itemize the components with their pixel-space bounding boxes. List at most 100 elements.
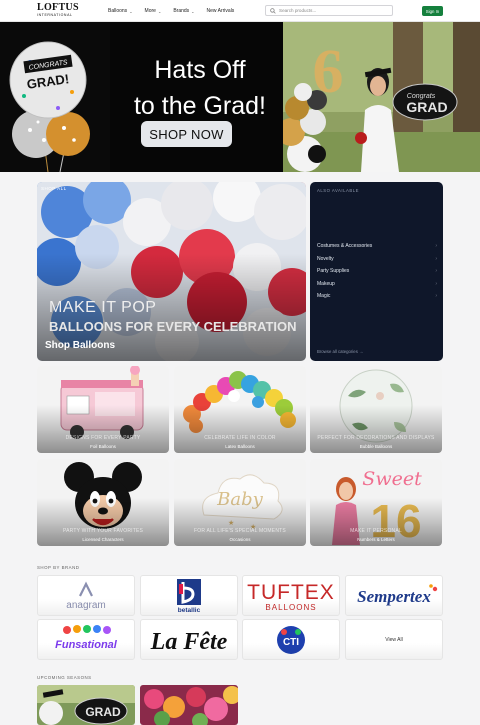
svg-text:anagram: anagram xyxy=(66,600,105,611)
list-item-label: Costumes & Accessories xyxy=(317,243,373,250)
hero-headline-line1: Hats Off xyxy=(154,56,246,84)
list-item-label: Magic xyxy=(317,293,331,300)
graduate-photo-image: 6 Congrats GRAD xyxy=(283,22,480,172)
list-item-label: Party Supplies xyxy=(317,268,350,275)
tuftex-logo: TUFTEX BALLOONS xyxy=(247,581,335,612)
category-bubble-balloons[interactable]: PERFECT FOR DECORATIONS AND DISPLAYS Bub… xyxy=(310,366,442,453)
also-item-novelty[interactable]: Novelty › xyxy=(317,253,443,266)
svg-text:Sempertex: Sempertex xyxy=(357,587,431,606)
shop-all-tag: SHOP ALL xyxy=(41,186,67,191)
svg-text:Funsational: Funsational xyxy=(55,639,118,651)
shop-all-card[interactable]: SHOP ALL MAKE IT POP BALLOONS FOR EVERY … xyxy=(37,182,306,361)
search-input[interactable] xyxy=(279,8,389,13)
svg-text:6: 6 xyxy=(313,38,344,106)
hero-shop-now-button[interactable]: SHOP NOW xyxy=(141,121,232,147)
also-available-tag: ALSO AVAILABLE xyxy=(317,188,359,193)
nav-more-label: More xyxy=(144,8,156,14)
svg-text:★: ★ xyxy=(228,519,234,527)
chevron-right-icon: › xyxy=(435,268,437,275)
svg-text:betallic: betallic xyxy=(178,607,201,614)
chevron-down-icon: ⌄ xyxy=(157,8,162,14)
main-nav: Balloons ⌄ More ⌄ Brands ⌄ New Arrivals xyxy=(108,0,234,22)
funsational-logo: Funsational xyxy=(55,624,118,651)
nav-more[interactable]: More ⌄ xyxy=(145,8,162,14)
category-name: Foil Balloons xyxy=(90,444,116,449)
chevron-down-icon: ⌄ xyxy=(191,8,195,14)
shop-by-brand-heading: SHOP BY BRAND xyxy=(37,565,80,570)
nav-new-arrivals[interactable]: New Arrivals xyxy=(207,8,235,14)
brand-tuftex[interactable]: TUFTEX BALLOONS xyxy=(242,575,340,616)
nav-new-arrivals-label: New Arrivals xyxy=(206,8,235,14)
brand-funsational[interactable]: Funsational xyxy=(37,619,135,660)
also-available-list: Costumes & Accessories › Novelty › Party S… xyxy=(317,240,443,303)
category-foil-balloons[interactable]: DESIGNS FOR EVERY PARTY Foil Balloons xyxy=(37,366,169,453)
la-fete-logo: La Fête xyxy=(150,629,228,655)
category-name: Occasions xyxy=(229,537,251,542)
also-item-makeup[interactable]: Makeup › xyxy=(317,278,443,291)
upcoming-seasons-heading: UPCOMING SEASONS xyxy=(37,675,92,680)
hero-banner[interactable]: CONGRATS GRAD! Hats Off to the Grad! SHO… xyxy=(0,22,480,172)
also-available-panel: ALSO AVAILABLE Costumes & Accessories › N… xyxy=(310,182,443,361)
shop-balloons-link[interactable]: Shop Balloons xyxy=(45,340,115,351)
brand-la-fete[interactable]: La Fête xyxy=(140,619,238,660)
balloon-wall-image xyxy=(37,182,306,361)
shop-all-headline: MAKE IT POP xyxy=(49,299,157,316)
list-item-label: Novelty xyxy=(317,255,334,262)
category-name: Licensed Characters xyxy=(82,537,124,542)
category-name: Latex Balloons xyxy=(225,444,255,449)
svg-text:La Fête: La Fête xyxy=(150,629,228,655)
nav-brands-label: Brands xyxy=(173,8,190,14)
svg-text:Sweet: Sweet xyxy=(362,468,422,490)
nav-balloons-label: Balloons xyxy=(108,8,128,14)
also-item-party-supplies[interactable]: Party Supplies › xyxy=(317,265,443,278)
shop-all-subheadline: BALLOONS FOR EVERY CELEBRATION xyxy=(49,319,297,334)
brand-cti[interactable]: CTI xyxy=(242,619,340,660)
chevron-right-icon: › xyxy=(435,255,437,262)
hero-headline-line2: to the Grad! xyxy=(133,92,267,120)
category-tagline: MAKE IT PERSONAL xyxy=(350,528,402,534)
brand-betallic[interactable]: betallic xyxy=(140,575,238,616)
chevron-right-icon: › xyxy=(435,280,437,287)
chevron-down-icon: ⌄ xyxy=(129,8,133,14)
svg-text:GRAD: GRAD xyxy=(85,705,121,719)
graduation-season-image: GRAD xyxy=(37,685,135,725)
graduation-balloons-left-image: CONGRATS GRAD! xyxy=(0,22,110,172)
brand-sempertex[interactable]: Sempertex xyxy=(345,575,443,616)
season-card-graduation[interactable]: GRAD xyxy=(37,685,135,725)
browse-all-categories-link[interactable]: Browse all categories → xyxy=(317,349,363,354)
brand-anagram[interactable]: anagram xyxy=(37,575,135,616)
betallic-logo: betallic xyxy=(177,578,201,614)
svg-text:GRAD: GRAD xyxy=(406,99,447,115)
search-icon xyxy=(270,7,276,14)
loftus-logo[interactable]: LOFTUS INTERNATIONAL xyxy=(37,3,79,18)
chevron-right-icon: › xyxy=(435,243,437,250)
svg-text:TUFTEX: TUFTEX xyxy=(247,581,335,604)
nav-balloons[interactable]: Balloons ⌄ xyxy=(108,8,133,14)
floral-season-image xyxy=(140,685,238,725)
search-box[interactable] xyxy=(265,5,393,16)
category-tagline: FOR ALL LIFE'S SPECIAL MOMENTS xyxy=(194,528,286,534)
nav-brands[interactable]: Brands ⌄ xyxy=(173,8,194,14)
also-item-magic[interactable]: Magic › xyxy=(317,290,443,303)
category-occasions[interactable]: Baby ★ ★ FOR ALL LIFE'S SPECIAL MOMENTS … xyxy=(174,459,306,546)
season-card-floral[interactable] xyxy=(140,685,238,725)
hero-headline: Hats Off to the Grad! xyxy=(100,52,300,124)
category-tagline: CELEBRATE LIFE IN COLOR xyxy=(204,435,276,441)
list-item-label: Makeup xyxy=(317,280,335,287)
also-item-costumes[interactable]: Costumes & Accessories › xyxy=(317,240,443,253)
category-numbers-letters[interactable]: Sweet 16 MAKE IT PERSONAL Numbers & Lett… xyxy=(310,459,442,546)
top-header: LOFTUS INTERNATIONAL Balloons ⌄ More ⌄ B… xyxy=(0,0,480,22)
category-licensed-characters[interactable]: PARTY WITH YOUR FAVORITES Licensed Chara… xyxy=(37,459,169,546)
category-tagline: DESIGNS FOR EVERY PARTY xyxy=(65,435,141,441)
svg-text:CTI: CTI xyxy=(283,637,299,648)
cti-logo: CTI xyxy=(277,625,305,654)
chevron-right-icon: › xyxy=(435,293,437,300)
category-latex-balloons[interactable]: CELEBRATE LIFE IN COLOR Latex Balloons xyxy=(174,366,306,453)
svg-text:Baby: Baby xyxy=(216,489,263,510)
anagram-logo: anagram xyxy=(66,581,106,611)
view-all-label: View All xyxy=(385,636,403,643)
category-tagline: PERFECT FOR DECORATIONS AND DISPLAYS xyxy=(317,435,435,441)
category-name: Numbers & Letters xyxy=(357,537,395,542)
sign-in-button[interactable]: Sign In xyxy=(422,6,443,16)
brand-view-all-button[interactable]: View All xyxy=(345,619,443,660)
